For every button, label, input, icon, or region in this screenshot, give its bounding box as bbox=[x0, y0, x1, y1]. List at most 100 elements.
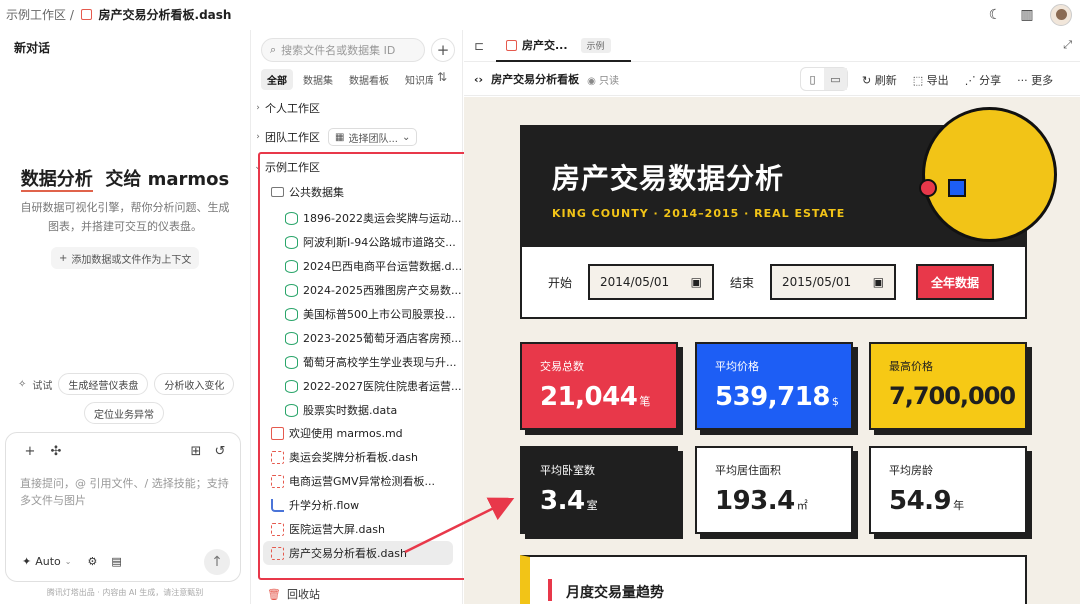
send-button[interactable]: ↑ bbox=[204, 549, 230, 575]
file-filter-tabs: 全部 数据集 数据看板 知识库 bbox=[261, 69, 437, 90]
chat-composer: + ✣ ⊞ ↺ 直接提问，@ 引用文件、/ 选择技能；支持多文件与图片 ✦ Au… bbox=[5, 432, 241, 582]
expand-icon[interactable]: ⤢ bbox=[1063, 38, 1072, 52]
kpi-unit: ㎡ bbox=[796, 499, 808, 512]
new-chat-title[interactable]: 新对话 bbox=[14, 39, 50, 56]
search-icon: ⌕ bbox=[270, 43, 277, 56]
history-icon[interactable]: ↺ bbox=[212, 443, 228, 459]
refresh-label: 刷新 bbox=[874, 74, 897, 87]
chevron-right-icon: › bbox=[256, 132, 260, 142]
new-file-button[interactable]: + bbox=[431, 38, 455, 62]
layout-panel-icon[interactable]: ▥ bbox=[1018, 6, 1036, 24]
search-placeholder: 搜索文件名或数据集 ID bbox=[281, 44, 396, 57]
full-year-button[interactable]: 全年数据 bbox=[916, 264, 995, 300]
chevron-down-icon: ⌄ bbox=[402, 131, 411, 143]
dark-mode-icon[interactable]: ☾ bbox=[986, 6, 1004, 24]
kpi-number: 193.4 bbox=[715, 486, 795, 516]
tree-node-personal[interactable]: › 个人工作区 bbox=[251, 96, 463, 120]
tab-dashboard[interactable]: 房产交... 示例 bbox=[496, 30, 631, 62]
team-select[interactable]: ▦ 选择团队... ⌄ bbox=[328, 128, 418, 146]
sort-icon[interactable]: ⇅ bbox=[437, 70, 447, 84]
breadcrumb-root[interactable]: 示例工作区 / bbox=[6, 8, 74, 22]
tab-datasets[interactable]: 数据集 bbox=[297, 69, 339, 90]
tab-dashboards[interactable]: 数据看板 bbox=[343, 69, 395, 90]
kpi-unit: 年 bbox=[953, 499, 964, 512]
refresh-button[interactable]: ↻ 刷新 bbox=[862, 72, 897, 88]
kpi-number: 3.4 bbox=[540, 486, 585, 516]
breadcrumb: 示例工作区 / 房产交易分析看板.dash bbox=[6, 6, 231, 23]
sparkle-icon: ✧ bbox=[18, 378, 27, 390]
add-context-label: 添加数据或文件作为上下文 bbox=[71, 254, 192, 266]
start-date-value: 2014/05/01 bbox=[600, 275, 670, 289]
end-label: 结束 bbox=[730, 275, 755, 290]
end-date-value: 2015/05/01 bbox=[782, 275, 852, 289]
avatar[interactable] bbox=[1050, 4, 1072, 26]
code-icon[interactable]: ‹› bbox=[474, 73, 483, 86]
tree-node-team[interactable]: › 团队工作区 ▦ 选择团队... ⌄ bbox=[251, 125, 463, 149]
suggestion-chip[interactable]: 分析收入变化 bbox=[154, 373, 235, 395]
trash-label: 回收站 bbox=[286, 588, 320, 601]
highlight-box bbox=[258, 152, 468, 580]
kpi-value: 539,718 $ bbox=[715, 382, 851, 412]
hero-subtitle: 自研数据可视化引擎，帮你分析问题、生成图表，并搭建可交互的仪表盘。 bbox=[20, 201, 230, 233]
more-button[interactable]: ··· 更多 bbox=[1017, 72, 1053, 88]
end-date-input[interactable]: 2015/05/01 ▣ bbox=[770, 264, 897, 300]
export-button[interactable]: ⬚ 导出 bbox=[913, 72, 949, 88]
tab-all[interactable]: 全部 bbox=[261, 69, 293, 90]
kpi-value: 7,700,000 bbox=[889, 382, 1025, 410]
collapse-sidebar-icon[interactable]: ⊏ bbox=[474, 39, 484, 53]
desktop-icon[interactable]: ▭ bbox=[824, 68, 847, 90]
suggestion-chip[interactable]: 生成经营仪表盘 bbox=[58, 373, 149, 395]
trash-item[interactable]: 🗑 回收站 bbox=[267, 586, 320, 602]
ai-disclaimer: 腾讯灯塔出品 · 内容由 AI 生成，请注意甄别 bbox=[46, 588, 204, 597]
kpi-label: 交易总数 bbox=[540, 360, 584, 373]
share-button[interactable]: ⋰ 分享 bbox=[965, 72, 1002, 88]
chevron-right-icon: › bbox=[256, 103, 260, 113]
team-select-value: 选择团队... bbox=[348, 133, 398, 145]
tree-node-label: 个人工作区 bbox=[265, 102, 320, 115]
calendar-icon: ▣ bbox=[690, 275, 703, 289]
kpi-label: 平均价格 bbox=[715, 360, 759, 373]
team-icon: ▦ bbox=[335, 131, 345, 143]
trend-title: 月度交易量趋势 bbox=[566, 585, 664, 601]
chat-panel: 新对话 数据分析 交给 marmos 自研数据可视化引擎，帮你分析问题、生成图表… bbox=[0, 30, 250, 604]
dashboard-canvas: 房产交易数据分析 KING COUNTY · 2014–2015 · REAL … bbox=[464, 97, 1080, 604]
top-bar: 示例工作区 / 房产交易分析看板.dash ☾ ▥ bbox=[0, 0, 1080, 30]
start-date-input[interactable]: 2014/05/01 ▣ bbox=[588, 264, 715, 300]
monthly-trend-card: 月度交易量趋势 bbox=[520, 555, 1027, 604]
kpi-card: 平均房龄 54.9 年 bbox=[869, 446, 1027, 534]
suggestion-row: ✧ 试试 生成经营仪表盘 分析收入变化 bbox=[18, 373, 235, 395]
dashboard-title: 房产交易数据分析 bbox=[552, 162, 785, 195]
kpi-number: 21,044 bbox=[540, 382, 638, 412]
template-icon[interactable]: ▤ bbox=[111, 555, 121, 568]
toolbar-actions: ↻ 刷新 ⬚ 导出 ⋰ 分享 ··· 更多 bbox=[862, 72, 1053, 88]
skill-icon[interactable]: ⚙ bbox=[87, 555, 97, 568]
date-filter-bar: 开始 2014/05/01 ▣ 结束 2015/05/01 ▣ 全年数据 bbox=[522, 245, 1025, 317]
decor-blue-square bbox=[948, 179, 966, 197]
kpi-label: 最高价格 bbox=[889, 360, 933, 373]
more-label: 更多 bbox=[1031, 74, 1054, 87]
kpi-card: 最高价格 7,700,000 bbox=[869, 342, 1027, 430]
dashboard-header-card: 房产交易数据分析 KING COUNTY · 2014–2015 · REAL … bbox=[520, 107, 1057, 319]
kpi-label: 平均居住面积 bbox=[715, 464, 781, 477]
hero-rest: 交给 marmos bbox=[105, 169, 230, 190]
readonly-badge: ◉ 只读 bbox=[587, 75, 619, 87]
dashboard-subtitle: KING COUNTY · 2014–2015 · REAL ESTATE bbox=[552, 207, 846, 220]
chat-input[interactable]: 直接提问，@ 引用文件、/ 选择技能；支持多文件与图片 bbox=[20, 475, 230, 509]
mode-selector[interactable]: ✦ Auto ⌄ ⚙ ▤ bbox=[22, 555, 122, 568]
hero-keyword: 数据分析 bbox=[20, 169, 93, 192]
kpi-number: 539,718 bbox=[715, 382, 830, 412]
kpi-unit: 室 bbox=[586, 499, 598, 512]
search-input[interactable]: ⌕ 搜索文件名或数据集 ID bbox=[261, 38, 425, 62]
dashboard-name: 房产交易分析看板 bbox=[491, 73, 580, 86]
mobile-icon[interactable]: ▯ bbox=[801, 68, 824, 90]
suggestion-chip[interactable]: 定位业务异常 bbox=[84, 402, 164, 424]
plugin-icon[interactable]: ✣ bbox=[48, 443, 64, 459]
kpi-card: 交易总数 21,044 笔 bbox=[520, 342, 678, 430]
dashboard-file-icon bbox=[80, 9, 92, 20]
plus-icon[interactable]: + bbox=[22, 443, 38, 459]
add-context-button[interactable]: + 添加数据或文件作为上下文 bbox=[51, 247, 200, 269]
comment-add-icon[interactable]: ⊞ bbox=[188, 443, 204, 459]
trash-icon: 🗑 bbox=[267, 587, 281, 601]
tab-knowledge[interactable]: 知识库 bbox=[399, 69, 433, 90]
readonly-label: 只读 bbox=[598, 75, 619, 87]
